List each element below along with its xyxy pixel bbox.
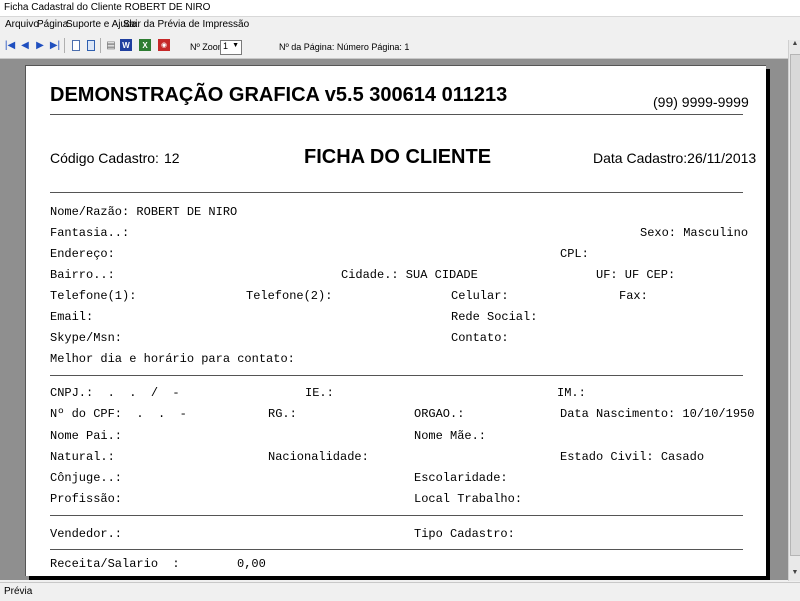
field-local-trabalho: Local Trabalho: bbox=[414, 492, 523, 506]
menu-bar: Arquivo Página Suporte e Ajuda Sair da P… bbox=[0, 17, 800, 33]
codigo-value: 12 bbox=[164, 150, 180, 166]
divider bbox=[50, 549, 743, 550]
data-cadastro: Data Cadastro:26/11/2013 bbox=[593, 150, 757, 166]
field-email: Email: bbox=[50, 310, 94, 324]
field-rede-social: Rede Social: bbox=[451, 310, 538, 324]
toolbar-separator bbox=[100, 38, 101, 53]
field-conjuge: Cônjuge..: bbox=[50, 471, 123, 485]
scroll-thumb[interactable] bbox=[790, 54, 800, 556]
menu-arquivo[interactable]: Arquivo bbox=[5, 19, 39, 30]
field-contato: Contato: bbox=[451, 331, 509, 345]
field-receita-value: 0,00 bbox=[237, 557, 266, 571]
status-bar: Prévia bbox=[0, 582, 800, 601]
field-natural: Natural.: bbox=[50, 450, 115, 464]
chevron-down-icon: ▼ bbox=[232, 42, 239, 49]
field-bairro: Bairro..: bbox=[50, 268, 115, 282]
printer-icon[interactable]: ▤ bbox=[105, 39, 117, 51]
menu-pagina[interactable]: Página bbox=[37, 19, 68, 30]
field-nascimento: Data Nascimento: 10/10/1950 bbox=[560, 407, 755, 421]
field-celular: Celular: bbox=[451, 289, 509, 303]
field-telefone1: Telefone(1): bbox=[50, 289, 137, 303]
last-page-icon[interactable]: ▶| bbox=[49, 39, 61, 51]
field-uf-cep: UF: UF CEP: bbox=[596, 268, 676, 282]
field-cnpj: CNPJ.: . . / - bbox=[50, 386, 180, 400]
next-page-icon[interactable]: ▶ bbox=[34, 39, 46, 51]
field-skype: Skype/Msn: bbox=[50, 331, 123, 345]
report-page: DEMONSTRAÇÃO GRAFICA v5.5 300614 011213 … bbox=[25, 65, 766, 576]
field-fantasia: Fantasia..: bbox=[50, 226, 130, 240]
field-fax: Fax: bbox=[619, 289, 648, 303]
field-nome-pai: Nome Pai.: bbox=[50, 429, 123, 443]
field-sexo: Sexo: Masculino bbox=[640, 226, 749, 240]
page-info: Nº da Página: Número Página: 1 bbox=[279, 42, 410, 52]
field-nome-mae: Nome Mãe.: bbox=[414, 429, 487, 443]
field-rg: RG.: bbox=[268, 407, 297, 421]
divider bbox=[50, 375, 743, 376]
window-title: Ficha Cadastral do Cliente ROBERT DE NIR… bbox=[4, 2, 211, 13]
scroll-up-icon[interactable]: ▲ bbox=[789, 40, 800, 52]
excel-icon[interactable]: X bbox=[139, 39, 151, 51]
field-estado-civil: Estado Civil: Casado bbox=[560, 450, 705, 464]
divider bbox=[50, 114, 743, 115]
field-melhor-dia: Melhor dia e horário para contato: bbox=[50, 352, 295, 366]
field-endereco: Endereço: bbox=[50, 247, 115, 261]
field-cpl: CPL: bbox=[560, 247, 589, 261]
report-heading: FICHA DO CLIENTE bbox=[304, 146, 492, 168]
field-vendedor: Vendedor.: bbox=[50, 527, 123, 541]
field-im: IM.: bbox=[557, 386, 586, 400]
two-page-icon[interactable] bbox=[85, 39, 97, 51]
field-cpf: Nº do CPF: . . - bbox=[50, 407, 187, 421]
company-phone: (99) 9999-9999 bbox=[653, 94, 749, 110]
first-page-icon[interactable]: |◀ bbox=[4, 39, 16, 51]
scroll-down-icon[interactable]: ▼ bbox=[789, 569, 800, 581]
status-text: Prévia bbox=[4, 586, 33, 597]
vertical-scrollbar[interactable]: ▲ ▼ bbox=[788, 40, 800, 581]
field-escolaridade: Escolaridade: bbox=[414, 471, 508, 485]
window-titlebar: Ficha Cadastral do Cliente ROBERT DE NIR… bbox=[0, 0, 800, 17]
field-nome: Nome/Razão: ROBERT DE NIRO bbox=[50, 205, 238, 219]
single-page-icon[interactable] bbox=[70, 39, 82, 51]
word-icon[interactable]: W bbox=[120, 39, 132, 51]
field-orgao: ORGAO.: bbox=[414, 407, 465, 421]
codigo-label: Código Cadastro: bbox=[50, 150, 159, 166]
field-profissao: Profissão: bbox=[50, 492, 123, 506]
divider bbox=[50, 192, 743, 193]
zoom-value: 1 bbox=[223, 41, 229, 51]
menu-sair-previa[interactable]: Sair da Prévia de Impressão bbox=[123, 19, 249, 30]
divider bbox=[50, 515, 743, 516]
toolbar-separator bbox=[64, 38, 65, 53]
field-telefone2: Telefone(2): bbox=[246, 289, 333, 303]
pdf-icon[interactable]: ◉ bbox=[158, 39, 170, 51]
zoom-select[interactable]: 1 ▼ bbox=[220, 40, 242, 55]
field-cidade: Cidade.: SUA CIDADE bbox=[341, 268, 478, 282]
prev-page-icon[interactable]: ◀ bbox=[19, 39, 31, 51]
company-title: DEMONSTRAÇÃO GRAFICA v5.5 300614 011213 bbox=[50, 84, 508, 106]
field-ie: IE.: bbox=[305, 386, 334, 400]
field-receita-label: Receita/Salario : bbox=[50, 557, 180, 571]
field-tipo-cadastro: Tipo Cadastro: bbox=[414, 527, 515, 541]
field-nacionalidade: Nacionalidade: bbox=[268, 450, 369, 464]
toolbar: |◀ ◀ ▶ ▶| ▤ W X ◉ Nº Zoom 1 ▼ Nº da Pági… bbox=[0, 34, 800, 59]
